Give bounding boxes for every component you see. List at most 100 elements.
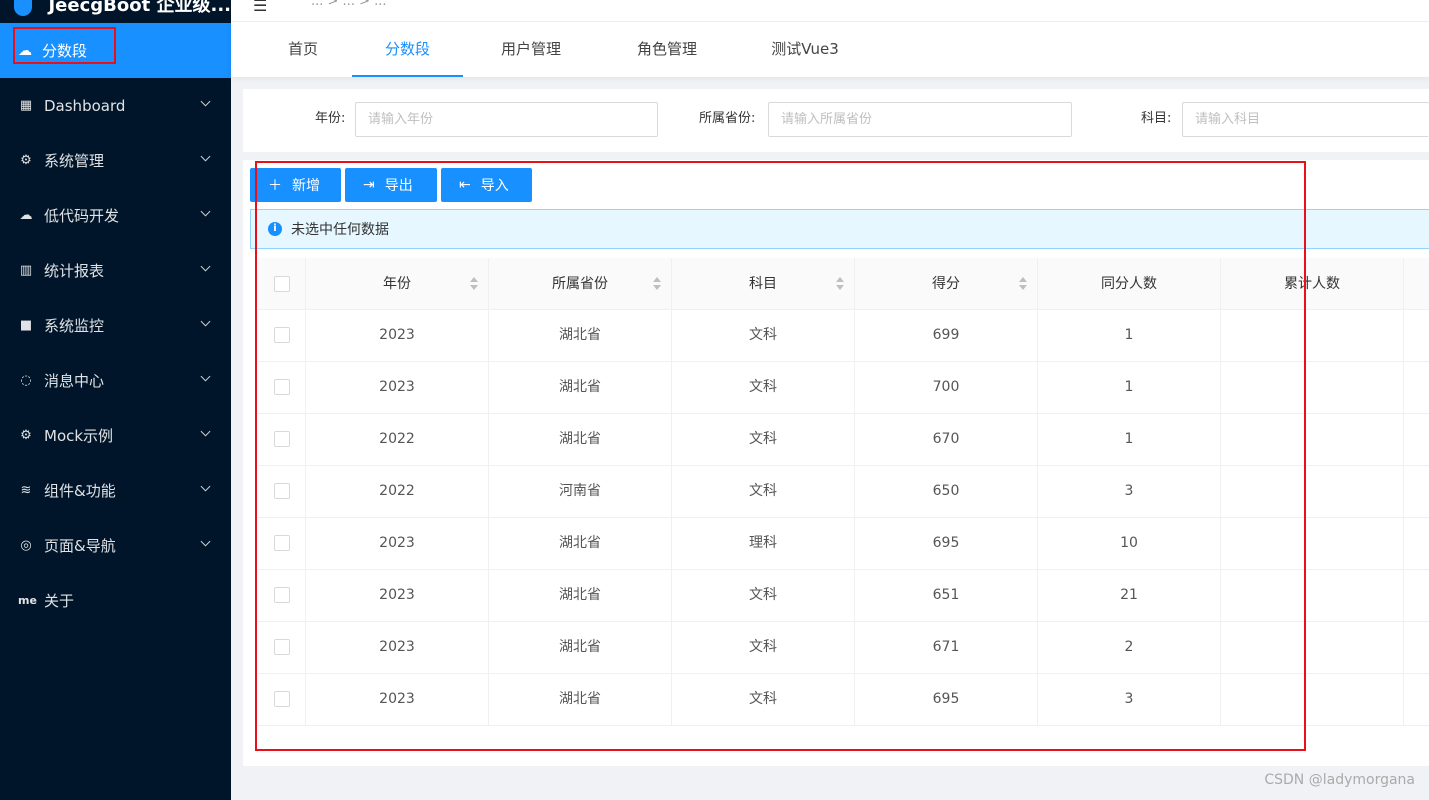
table-cell: 3: [1038, 466, 1221, 517]
table-row[interactable]: 2023 湖北省 文科 695 3: [258, 674, 1429, 726]
table-row[interactable]: 2022 湖北省 文科 670 1: [258, 414, 1429, 466]
logo[interactable]: JeecgBoot 企业级...: [0, 0, 231, 22]
province-input[interactable]: 请输入所属省份: [768, 102, 1072, 137]
row-checkbox[interactable]: [273, 483, 290, 499]
sidebar-item-about[interactable]: me 关于: [0, 573, 231, 628]
table-cell: [1404, 466, 1429, 517]
table-cell: [1404, 674, 1429, 725]
row-checkbox[interactable]: [273, 639, 290, 655]
table-cell: 文科: [672, 622, 855, 673]
col-score[interactable]: 得分: [855, 258, 1038, 309]
table-cell: 2023: [306, 674, 489, 725]
sort-icon[interactable]: [470, 277, 478, 291]
table-cell: 695: [855, 674, 1038, 725]
row-checkbox[interactable]: [273, 379, 290, 395]
sort-icon[interactable]: [836, 277, 844, 291]
info-circle-icon: i: [268, 222, 282, 236]
col-province[interactable]: 所属省份: [489, 258, 672, 309]
table-cell: 湖北省: [489, 310, 672, 361]
table-cell: 670: [855, 414, 1038, 465]
select-all-cell: [258, 258, 306, 309]
sidebar-item-messages[interactable]: ◌ 消息中心: [0, 353, 231, 408]
header: ☰ ... > ... > ...: [231, 0, 1429, 22]
sort-icon[interactable]: [653, 277, 661, 291]
table-cell: 湖北省: [489, 414, 672, 465]
import-button[interactable]: ⇤ 导入: [441, 168, 532, 202]
table-cell: [1404, 362, 1429, 413]
sidebar-item-reports[interactable]: ▥ 统计报表: [0, 243, 231, 298]
table-cell: 湖北省: [489, 362, 672, 413]
column-title: 得分: [932, 276, 960, 292]
aperture-icon: ◎: [20, 538, 32, 553]
subject-input[interactable]: 请输入科目: [1182, 102, 1429, 137]
tab-score-segment[interactable]: 分数段: [352, 22, 463, 77]
year-label: 年份:: [315, 111, 346, 126]
export-icon: ⇥: [363, 177, 375, 193]
sidebar-item-monitor[interactable]: ■ 系统监控: [0, 298, 231, 353]
chevron-down-icon: [200, 536, 211, 547]
column-title: 所属省份: [552, 276, 608, 292]
table-panel: ＋ 新增 ⇥ 导出 ⇤ 导入 i 未选中任何数据 年份 所属省份 科目 得分 同…: [243, 160, 1429, 766]
bar-chart-icon: ▥: [19, 263, 33, 278]
row-checkbox[interactable]: [273, 691, 290, 707]
row-checkbox[interactable]: [273, 327, 290, 343]
tab-home[interactable]: 首页: [278, 22, 328, 77]
sidebar-item-lowcode[interactable]: ☁ 低代码开发: [0, 188, 231, 243]
row-select-cell: [258, 622, 306, 673]
sidebar-item-pages[interactable]: ◎ 页面&导航: [0, 518, 231, 573]
table-cell: 2023: [306, 310, 489, 361]
col-subject[interactable]: 科目: [672, 258, 855, 309]
import-button-label: 导入: [480, 178, 509, 194]
row-checkbox[interactable]: [273, 535, 290, 551]
select-all-checkbox[interactable]: [273, 276, 290, 292]
logo-text: JeecgBoot 企业级...: [48, 0, 231, 16]
me-icon: me: [18, 594, 37, 607]
table-cell: [1221, 310, 1404, 361]
sidebar-item-label: 关于: [44, 592, 75, 610]
table-row[interactable]: 2022 河南省 文科 650 3: [258, 466, 1429, 518]
message-icon: ◌: [20, 373, 32, 388]
table-cell: [1404, 570, 1429, 621]
chevron-down-icon: [200, 426, 211, 437]
sidebar-item-label: 系统监控: [44, 317, 105, 335]
layers-icon: ≋: [20, 483, 32, 498]
row-select-cell: [258, 310, 306, 361]
table-cell: 21: [1038, 570, 1221, 621]
tab-test-vue3[interactable]: 测试Vue3: [763, 22, 847, 77]
sidebar-item-dashboard[interactable]: ▦ Dashboard: [0, 78, 231, 133]
table-row[interactable]: 2023 湖北省 文科 651 21: [258, 570, 1429, 622]
col-cumulative-count: 累计人数: [1221, 258, 1404, 309]
table-row[interactable]: 2023 湖北省 文科 700 1: [258, 362, 1429, 414]
col-year[interactable]: 年份: [306, 258, 489, 309]
province-label: 所属省份:: [699, 111, 756, 126]
table-row[interactable]: 2023 湖北省 理科 695 10: [258, 518, 1429, 570]
table-cell: [1404, 310, 1429, 361]
table-cell: 2: [1038, 622, 1221, 673]
table-row[interactable]: 2023 湖北省 文科 671 2: [258, 622, 1429, 674]
menu-fold-icon[interactable]: ☰: [253, 0, 267, 15]
chevron-down-icon: [200, 96, 211, 107]
col-same-score-count: 同分人数: [1038, 258, 1221, 309]
sidebar-item-mock[interactable]: ⚙ Mock示例: [0, 408, 231, 463]
video-camera-icon: ■: [19, 318, 33, 333]
row-checkbox[interactable]: [273, 431, 290, 447]
sidebar-item-system[interactable]: ⚙ 系统管理: [0, 133, 231, 188]
table-cell: [1221, 414, 1404, 465]
tab-roles[interactable]: 角色管理: [627, 22, 707, 77]
row-select-cell: [258, 362, 306, 413]
alert-text: 未选中任何数据: [291, 222, 389, 238]
table-cell: 1: [1038, 414, 1221, 465]
table-row[interactable]: 2023 湖北省 文科 699 1: [258, 310, 1429, 362]
table-cell: 文科: [672, 414, 855, 465]
sidebar-item-components[interactable]: ≋ 组件&功能: [0, 463, 231, 518]
import-icon: ⇤: [459, 177, 471, 193]
table-cell: 文科: [672, 570, 855, 621]
tab-users[interactable]: 用户管理: [491, 22, 571, 77]
year-input[interactable]: 请输入年份: [355, 102, 658, 137]
export-button[interactable]: ⇥ 导出: [345, 168, 437, 202]
add-button[interactable]: ＋ 新增: [250, 168, 341, 202]
row-select-cell: [258, 466, 306, 517]
sort-icon[interactable]: [1019, 277, 1027, 291]
table-cell: 文科: [672, 674, 855, 725]
row-checkbox[interactable]: [273, 587, 290, 603]
